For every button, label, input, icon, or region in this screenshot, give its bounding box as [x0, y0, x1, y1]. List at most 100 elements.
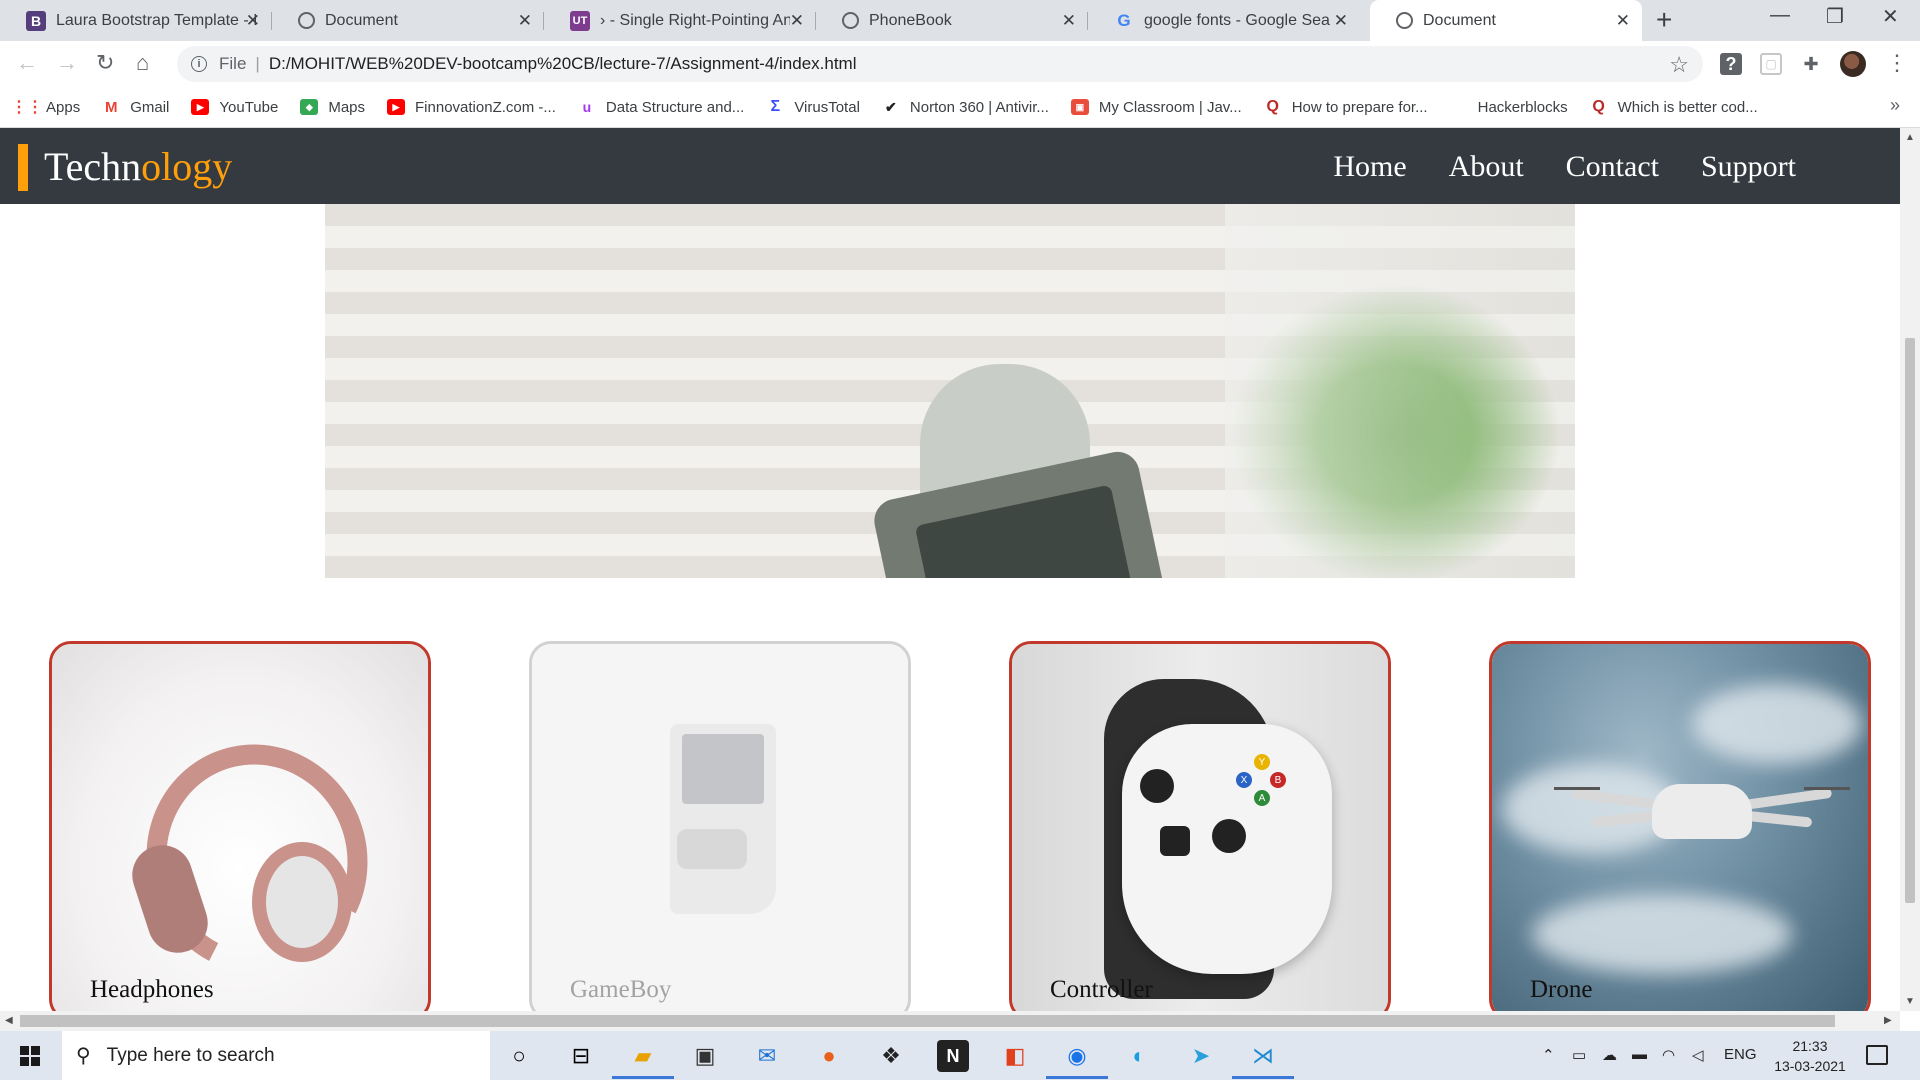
globe-icon — [298, 12, 315, 29]
controller-right-stick — [1212, 819, 1246, 853]
home-icon[interactable]: ⌂ — [136, 50, 149, 76]
bookmark-my-classroom[interactable]: ▣ My Classroom | Jav... — [1070, 98, 1242, 116]
window-close-icon[interactable]: ✕ — [1882, 4, 1899, 29]
hero-wall-shading — [1225, 204, 1575, 578]
product-card-controller[interactable]: Y X B A Controller — [1009, 641, 1391, 1011]
scroll-left-arrow-icon[interactable]: ◀ — [5, 1015, 13, 1026]
bookmarks-overflow-chevron-icon[interactable]: » — [1890, 95, 1900, 116]
input-language[interactable]: ENG — [1724, 1046, 1757, 1063]
drone-image — [1492, 644, 1868, 1011]
menu-kebab-icon[interactable]: ⋮ — [1886, 50, 1908, 76]
vertical-scrollbar[interactable]: ▲ ▼ — [1900, 128, 1920, 1011]
product-card-gameboy[interactable]: GameBoy — [529, 641, 911, 1011]
close-icon[interactable]: ✕ — [1616, 11, 1630, 31]
close-icon[interactable]: ✕ — [246, 11, 260, 31]
file-explorer-icon[interactable]: ▰ — [627, 1040, 659, 1072]
product-card-headphones[interactable]: Headphones — [49, 641, 431, 1011]
edge-icon[interactable]: ◐ — [1123, 1040, 1155, 1072]
horizontal-scroll-thumb[interactable] — [20, 1015, 1835, 1027]
brand-accent-bar — [18, 144, 28, 191]
firefox-icon[interactable]: ● — [813, 1040, 845, 1072]
nav-contact-link[interactable]: Contact — [1566, 150, 1659, 184]
vertical-scroll-thumb[interactable] — [1905, 338, 1915, 903]
taskbar-search-placeholder: Type here to search — [106, 1044, 275, 1066]
bookmark-label: My Classroom | Jav... — [1098, 98, 1242, 116]
nav-home-link[interactable]: Home — [1333, 150, 1406, 184]
close-icon[interactable]: ✕ — [790, 11, 804, 31]
extensions-puzzle-icon[interactable]: ✚ — [1800, 53, 1822, 75]
drone-propeller — [1804, 787, 1850, 790]
nav-support-link[interactable]: Support — [1701, 150, 1796, 184]
volume-icon[interactable]: ◁ — [1692, 1046, 1704, 1064]
bookmark-finnovationz[interactable]: ▶ FinnovationZ.com -... — [387, 99, 556, 116]
card-label: GameBoy — [570, 976, 672, 1003]
bookmark-gmail[interactable]: M Gmail — [102, 99, 169, 116]
bookmark-apps[interactable]: ⋮⋮ Apps — [11, 99, 80, 117]
store-bag-icon[interactable]: ▣ — [689, 1040, 721, 1072]
mail-icon[interactable]: ✉ — [751, 1040, 783, 1072]
card-label: Controller — [1050, 976, 1153, 1003]
bookmark-youtube[interactable]: ▶ YouTube — [191, 99, 278, 116]
nav-about-link[interactable]: About — [1449, 150, 1524, 184]
tab-laura-bootstrap[interactable]: B Laura Bootstrap Template - In ✕ — [0, 0, 272, 41]
bookmark-data-structure[interactable]: u Data Structure and... — [578, 99, 745, 116]
taskbar-search-box[interactable]: ⚲ Type here to search — [62, 1031, 490, 1080]
url-text[interactable]: D:/MOHIT/WEB%20DEV-bootcamp%20CB/lecture… — [269, 54, 857, 74]
system-clock[interactable]: 21:33 13-03-2021 — [1770, 1036, 1850, 1076]
gameboy-camera — [677, 829, 747, 869]
udemy-icon: u — [582, 99, 592, 115]
pocket-extension-icon[interactable]: ▢ — [1760, 53, 1782, 75]
bookmark-maps[interactable]: ◆ Maps — [300, 99, 365, 116]
cortana-icon[interactable]: ○ — [503, 1040, 535, 1072]
tab-phonebook[interactable]: PhoneBook ✕ — [816, 0, 1088, 41]
site-brand[interactable]: Technology — [44, 143, 232, 190]
minimize-icon[interactable]: — — [1770, 4, 1790, 27]
bookmark-how-to-prepare[interactable]: Q How to prepare for... — [1264, 98, 1427, 116]
task-view-icon[interactable]: ⊟ — [565, 1040, 597, 1072]
chrome-icon[interactable]: ◉ — [1061, 1040, 1093, 1072]
telegram-icon[interactable]: ➤ — [1185, 1040, 1217, 1072]
info-icon[interactable]: i — [191, 56, 207, 72]
vscode-icon[interactable]: ⋊ — [1247, 1040, 1279, 1072]
scroll-up-arrow-icon[interactable]: ▲ — [1905, 132, 1915, 143]
help-extension-icon[interactable]: ? — [1720, 53, 1742, 75]
cloud-shape — [1532, 894, 1792, 974]
back-arrow-icon[interactable]: ← — [16, 50, 38, 76]
maps-icon: ◆ — [300, 99, 319, 115]
horizontal-scrollbar[interactable]: ◀ ▶ — [0, 1011, 1900, 1031]
forward-arrow-icon[interactable]: → — [56, 50, 78, 76]
close-icon[interactable]: ✕ — [1062, 11, 1076, 31]
bookmark-star-icon[interactable]: ☆ — [1669, 52, 1689, 78]
notion-icon[interactable]: N — [937, 1040, 969, 1072]
address-bar[interactable]: i File | D:/MOHIT/WEB%20DEV-bootcamp%20C… — [177, 46, 1703, 82]
onedrive-icon[interactable]: ☁ — [1602, 1046, 1617, 1064]
new-tab-plus-icon[interactable]: + — [1656, 4, 1672, 36]
scroll-down-arrow-icon[interactable]: ▼ — [1905, 996, 1915, 1007]
profile-avatar[interactable] — [1840, 51, 1866, 77]
bookmark-which-is-better[interactable]: Q Which is better cod... — [1590, 98, 1757, 116]
tab-document-active[interactable]: Document ✕ — [1370, 0, 1642, 41]
dropbox-icon[interactable]: ❖ — [875, 1040, 907, 1072]
battery-icon[interactable]: ▬ — [1632, 1046, 1647, 1063]
notification-center-icon[interactable] — [1866, 1045, 1888, 1065]
close-icon[interactable]: ✕ — [1334, 11, 1348, 31]
tab-google-fonts-search[interactable]: G google fonts - Google Search ✕ — [1088, 0, 1360, 41]
product-card-drone[interactable]: Drone — [1489, 641, 1871, 1011]
meet-now-icon[interactable]: ▭ — [1572, 1046, 1586, 1064]
scroll-right-arrow-icon[interactable]: ▶ — [1884, 1015, 1892, 1026]
tray-overflow-chevron-icon[interactable]: ⌃ — [1542, 1046, 1555, 1064]
drone-propeller — [1554, 787, 1600, 790]
reload-icon[interactable]: ↻ — [96, 50, 114, 76]
wifi-icon[interactable]: ◠ — [1662, 1046, 1675, 1064]
drone-arm — [1741, 787, 1833, 811]
office-icon[interactable]: ◧ — [999, 1040, 1031, 1072]
tab-single-right-pointing[interactable]: UT › - Single Right-Pointing Ang ✕ — [544, 0, 816, 41]
bookmark-norton[interactable]: ✔ Norton 360 | Antivir... — [882, 99, 1049, 116]
close-icon[interactable]: ✕ — [518, 11, 532, 31]
restore-icon[interactable]: ❐ — [1826, 4, 1844, 29]
tab-document-1[interactable]: Document ✕ — [272, 0, 544, 41]
bookmark-virustotal[interactable]: Σ VirusTotal — [766, 98, 860, 116]
bookmark-hackerblocks[interactable]: Hackerblocks — [1478, 99, 1568, 116]
windows-start-icon[interactable] — [20, 1046, 40, 1066]
cloud-shape — [1692, 684, 1862, 764]
